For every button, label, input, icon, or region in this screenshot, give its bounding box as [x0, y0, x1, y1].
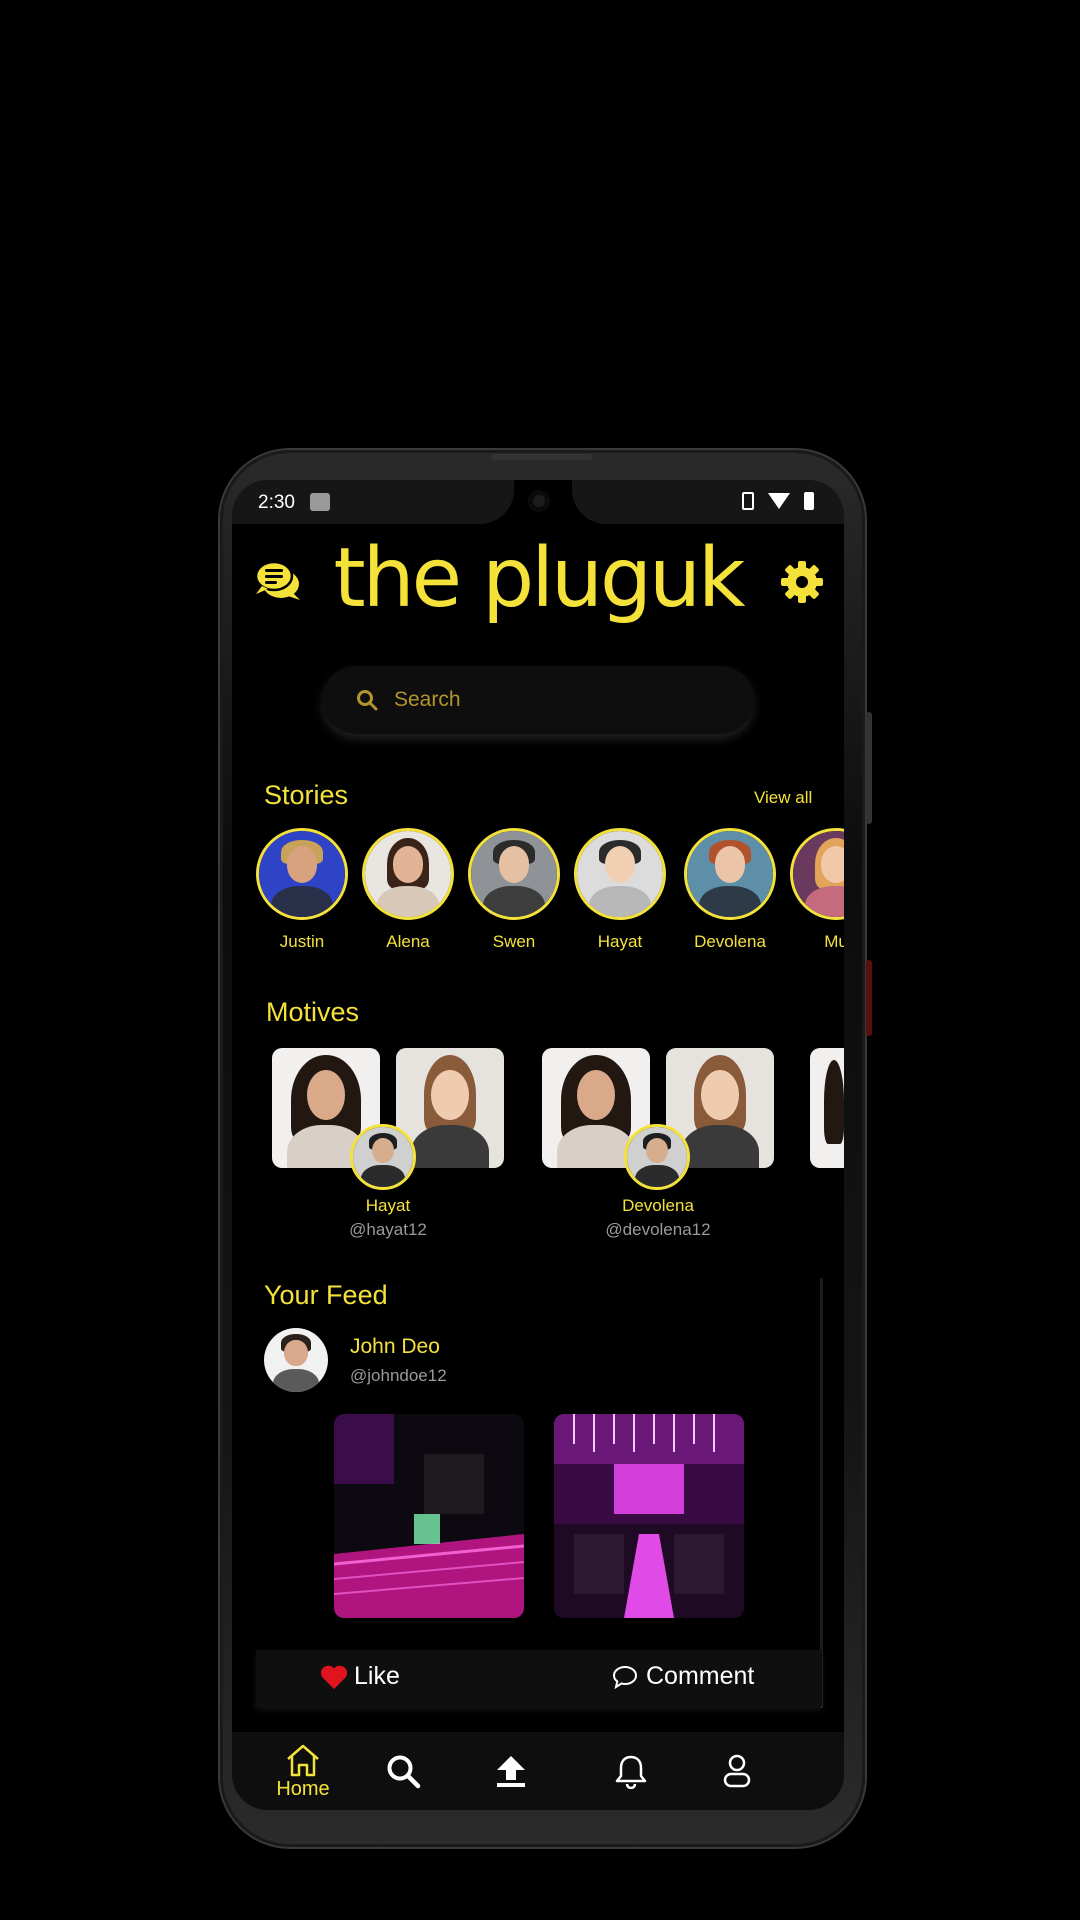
camera-cutout — [528, 490, 550, 512]
post-image[interactable] — [554, 1414, 744, 1618]
post-image[interactable] — [334, 1414, 524, 1618]
gear-icon[interactable] — [780, 560, 824, 604]
story-item[interactable]: Mu — [788, 828, 844, 952]
nav-upload[interactable] — [476, 1732, 546, 1810]
upload-icon — [497, 1756, 525, 1787]
app-screen: 2:30 the pluguk Search Stories View all … — [232, 480, 844, 1810]
motive-name: Devolena — [622, 1196, 694, 1215]
search-icon — [387, 1755, 421, 1789]
home-icon — [287, 1744, 319, 1777]
bottom-nav: Home — [232, 1732, 844, 1810]
avatar[interactable] — [264, 1328, 328, 1392]
power-button — [866, 960, 872, 1036]
post-actions: Like Comment — [256, 1650, 822, 1706]
stories-list: Justin Alena Swen Hayat Devolena Mu — [232, 828, 844, 951]
avatar — [624, 1124, 690, 1190]
chat-icon[interactable] — [254, 558, 302, 602]
volume-button — [866, 712, 872, 824]
stories-title: Stories — [264, 780, 349, 810]
app-logo: the pluguk — [333, 531, 746, 626]
heart-icon — [320, 1665, 348, 1689]
story-item[interactable]: Hayat — [572, 828, 668, 952]
story-name: Devolena — [694, 932, 766, 951]
story-item[interactable]: Swen — [466, 828, 562, 952]
avatar — [468, 828, 560, 920]
comment-label: Comment — [646, 1662, 755, 1690]
nav-home[interactable]: Home — [258, 1732, 348, 1810]
nav-home-label: Home — [276, 1778, 330, 1800]
avatar — [574, 828, 666, 920]
story-item[interactable]: Devolena — [682, 828, 778, 952]
nav-profile[interactable] — [702, 1732, 772, 1810]
status-bar: 2:30 — [232, 480, 844, 524]
story-name: Justin — [279, 932, 325, 951]
view-all-link[interactable]: View all — [754, 788, 812, 808]
comment-icon — [612, 1665, 638, 1689]
nav-search[interactable] — [368, 1732, 438, 1810]
comment-button[interactable]: Comment — [612, 1662, 754, 1691]
avatar — [684, 828, 776, 920]
motive-card[interactable]: Hayat @hayat12 — [272, 1048, 512, 1239]
like-button[interactable]: Like — [320, 1662, 400, 1691]
story-name: Hayat — [597, 932, 643, 951]
avatar — [350, 1124, 416, 1190]
search-input[interactable] — [394, 688, 694, 712]
feed-title: Your Feed — [264, 1280, 388, 1310]
motive-handle: @hayat12 — [349, 1220, 427, 1239]
vibrate-icon — [742, 492, 754, 510]
battery-icon — [804, 492, 814, 510]
motive-photo — [810, 1048, 844, 1168]
notification-icon — [310, 493, 330, 511]
story-name: Swen — [492, 932, 536, 951]
status-time: 2:30 — [258, 492, 295, 513]
motives-title: Motives — [266, 997, 360, 1027]
post-username[interactable]: John Deo — [350, 1335, 440, 1359]
avatar — [362, 828, 454, 920]
story-name: Alena — [386, 932, 430, 951]
wifi-icon — [768, 493, 790, 509]
search-bar[interactable] — [322, 666, 754, 734]
nav-notifications[interactable] — [596, 1732, 666, 1810]
post-handle: @johndoe12 — [350, 1366, 447, 1385]
story-item[interactable]: Justin — [254, 828, 350, 952]
scrollbar[interactable] — [820, 1278, 823, 1708]
motive-name: Hayat — [365, 1196, 411, 1215]
search-icon — [357, 690, 378, 711]
motive-card[interactable]: Devolena @devolena12 — [542, 1048, 782, 1239]
story-name: Mu — [824, 932, 844, 951]
motive-handle: @devolena12 — [605, 1220, 711, 1239]
story-item[interactable]: Alena — [360, 828, 456, 952]
bell-icon — [615, 1755, 647, 1789]
like-label: Like — [354, 1662, 400, 1690]
profile-icon — [723, 1754, 751, 1788]
avatar — [790, 828, 844, 920]
avatar — [256, 828, 348, 920]
